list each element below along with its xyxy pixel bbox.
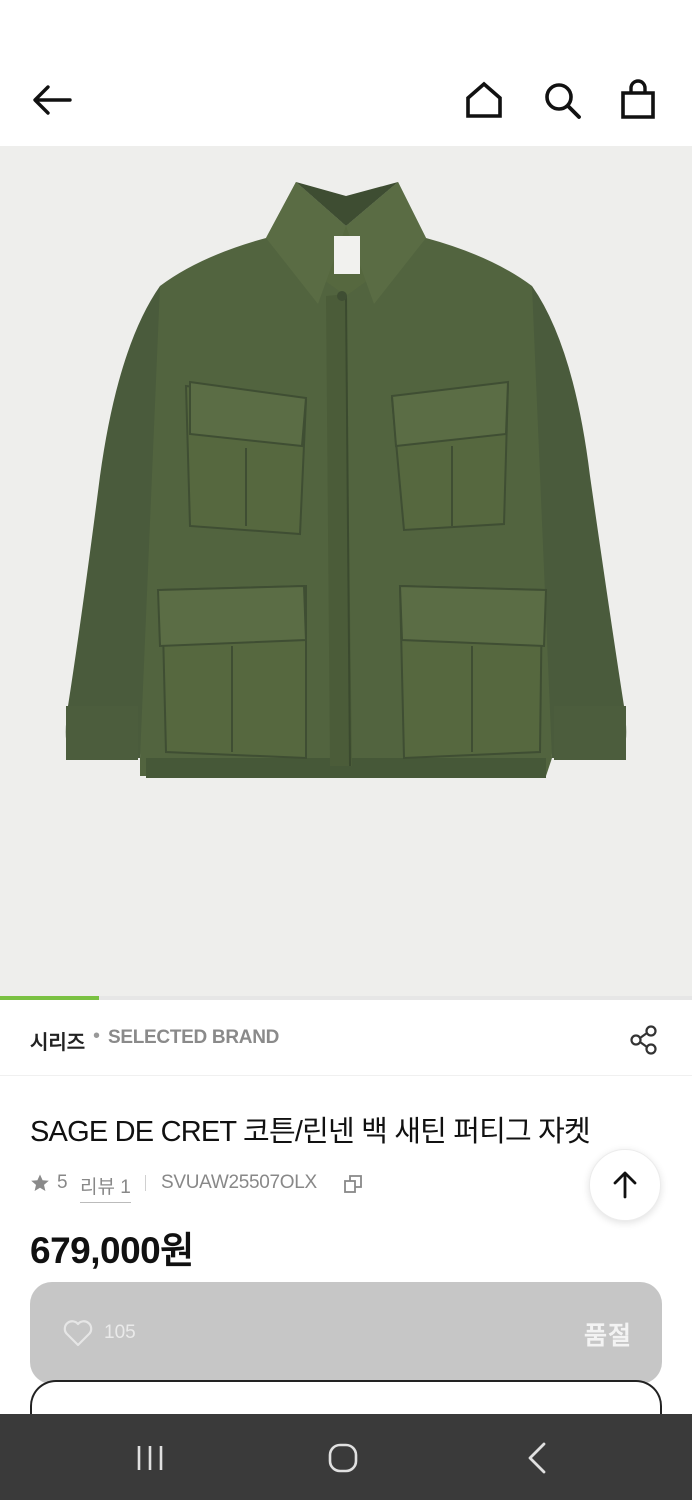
scroll-to-top-button[interactable]	[589, 1149, 661, 1221]
home-circle-icon[interactable]	[323, 1438, 363, 1478]
star-icon	[31, 1174, 49, 1191]
search-icon	[545, 83, 581, 119]
home-button[interactable]	[462, 78, 506, 122]
share-icon	[630, 1025, 657, 1055]
arrow-left-icon	[33, 85, 72, 115]
like-count: 105	[104, 1322, 136, 1343]
jacket-image	[65, 182, 627, 778]
product-meta: 5 리뷰 1 SVUAW25507OLX	[30, 1170, 590, 1203]
search-button[interactable]	[540, 78, 584, 122]
share-button[interactable]	[626, 1022, 662, 1058]
product-image[interactable]	[0, 146, 692, 1000]
system-nav-bar	[0, 1414, 692, 1500]
arrow-up-icon	[613, 1171, 637, 1199]
product-price: 679,000원	[30, 1230, 194, 1271]
chevron-left-icon[interactable]	[518, 1438, 558, 1478]
cart-button[interactable]	[616, 78, 660, 122]
series-row: 시리즈 • SELECTED BRAND	[0, 1000, 692, 1076]
back-button[interactable]	[30, 78, 74, 122]
recent-apps-icon[interactable]	[130, 1438, 170, 1478]
review-link[interactable]: 리뷰 1	[80, 1172, 131, 1203]
sold-out-label: 품절	[583, 1322, 632, 1350]
shopping-bag-icon	[621, 79, 655, 119]
home-icon	[466, 81, 502, 118]
brand-name[interactable]: SELECTED BRAND	[108, 1027, 279, 1049]
product-sku: SVUAW25507OLX	[161, 1172, 317, 1193]
series-separator: •	[93, 1025, 101, 1047]
heart-outline-icon[interactable]	[62, 1318, 94, 1348]
meta-divider	[145, 1175, 146, 1191]
top-bar	[0, 50, 692, 146]
sold-out-bar[interactable]: 105 품절	[30, 1282, 662, 1384]
copy-icon[interactable]	[342, 1173, 364, 1195]
status-bar	[0, 0, 692, 50]
product-title: SAGE DE CRET 코튼/린넨 백 새틴 퍼티그 자켓	[30, 1116, 591, 1148]
series-label[interactable]: 시리즈	[30, 1026, 85, 1055]
rating-value: 5	[57, 1172, 68, 1193]
